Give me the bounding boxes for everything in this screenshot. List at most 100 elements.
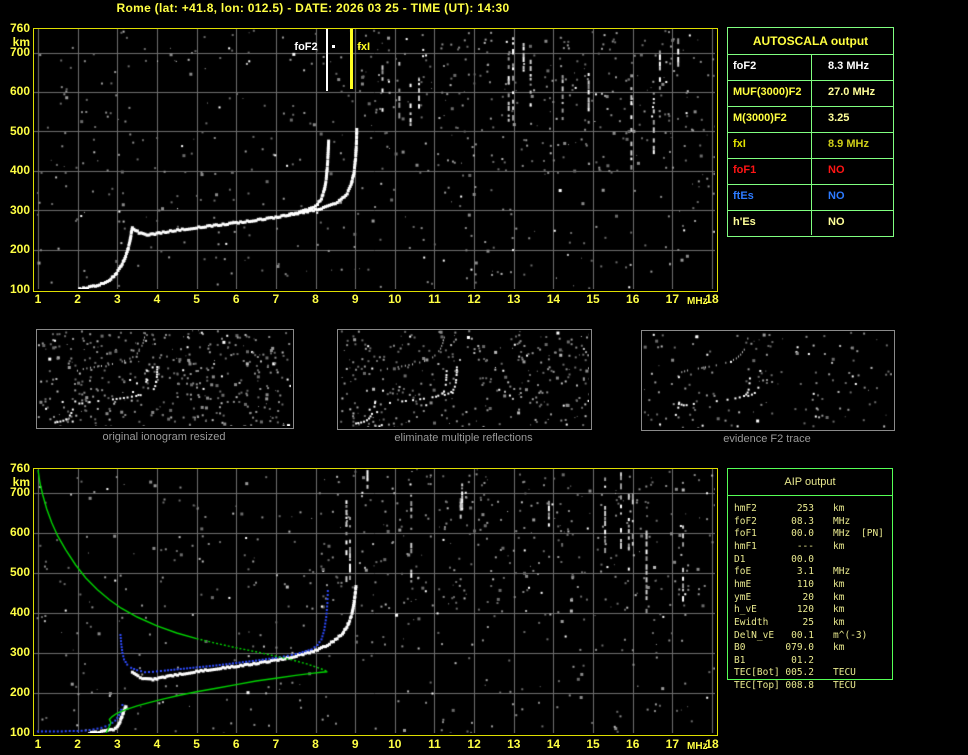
aip-cell: 253	[796, 503, 814, 514]
bottom-y-tick-label: 600	[9, 525, 30, 539]
top-x-tick-label: 12	[467, 292, 481, 306]
top-y-axis-unit-label: km	[12, 35, 30, 49]
top-x-tick-label: 6	[232, 292, 240, 306]
autoscala-row-fof1: foF1 NO	[728, 158, 893, 185]
top-ionogram-canvas	[34, 29, 715, 289]
top-y-tick-label: 760	[9, 21, 30, 35]
fxi-marker-line	[350, 29, 354, 89]
aip-cell: 3.1	[796, 566, 814, 578]
top-y-tick-label: 300	[9, 202, 30, 217]
aip-cell: km	[833, 616, 845, 628]
aip-row-hme: hmE 110 km	[728, 579, 898, 592]
bottom-x-tick-label: 11	[428, 737, 441, 751]
bottom-x-tick-label: 14	[546, 737, 561, 751]
aip-cell: 005.2	[785, 667, 814, 679]
autoscala-row-fof2: foF2 8.3 MHz	[728, 54, 893, 81]
fof2-marker-label: foF2	[294, 41, 318, 53]
autoscala-app-window: Rome (lat: +41.8, lon: 012.5) - DATE: 20…	[0, 0, 968, 755]
aip-cell: TECU	[833, 680, 856, 692]
top-x-tick-label: 14	[546, 292, 561, 306]
autoscala-row-fxi: fxI 8.9 MHz	[728, 132, 893, 159]
aip-cell: 008.8	[785, 680, 814, 692]
autoscala-row-value: 27.0 MHz	[828, 86, 876, 98]
bottom-y-tick-label: 760	[9, 461, 30, 475]
bottom-x-tick-label: 16	[626, 737, 640, 751]
aip-row-tecbot: TEC[Bot] 005.2 TECU	[728, 667, 898, 680]
top-ionogram-plot: foF2 fxI	[33, 28, 718, 292]
thumbnail-eliminate-reflections	[337, 329, 592, 430]
bottom-x-tick-label: 1	[34, 737, 42, 751]
top-x-tick-label: 1	[34, 292, 42, 306]
aip-cell: ymE	[734, 591, 752, 603]
aip-cell: 079.0	[785, 642, 814, 654]
fxi-marker-label: fxI	[357, 41, 371, 53]
top-x-tick-label: 11	[428, 292, 441, 306]
aip-row-foe: foE 3.1 MHz	[728, 566, 898, 579]
aip-cell: MHz	[833, 515, 851, 527]
top-x-tick-label: 7	[272, 292, 280, 306]
autoscala-row-value: NO	[828, 164, 845, 176]
bottom-y-tick-label: 300	[9, 645, 30, 659]
autoscala-row-value: NO	[828, 216, 845, 228]
station-date-time-title: Rome (lat: +41.8, lon: 012.5) - DATE: 20…	[116, 1, 510, 15]
bottom-x-tick-label: 2	[74, 737, 81, 751]
aip-cell: 25	[802, 616, 814, 628]
thumbnail-evidence-f2	[641, 330, 895, 431]
aip-row-b1: B1 01.2	[728, 655, 898, 668]
top-x-tick-label: 5	[193, 292, 200, 306]
autoscala-row-label: foF1	[733, 164, 757, 176]
aip-cell: 00.1	[791, 629, 814, 641]
bottom-x-tick-label: 18	[705, 737, 719, 751]
bottom-profile-plot	[33, 468, 718, 736]
bottom-y-tick-label: 100	[9, 725, 30, 739]
bottom-x-tick-label: 10	[388, 737, 402, 751]
top-x-tick-label: 4	[153, 292, 161, 306]
bottom-x-tick-label: 12	[467, 737, 481, 751]
aip-row-yme: ymE 20 km	[728, 592, 898, 605]
aip-cell: hmE	[734, 578, 752, 590]
thumbnail-evidence-canvas	[642, 331, 892, 428]
top-x-tick-label: 2	[74, 292, 81, 306]
aip-cell: km	[833, 540, 845, 552]
aip-cell: km	[833, 503, 845, 514]
top-y-tick-label: 500	[9, 123, 30, 138]
fof2-marker-dot	[332, 45, 336, 48]
thumbnail-caption-original: original ionogram resized	[102, 431, 226, 443]
autoscala-row-value: 8.3 MHz	[828, 60, 869, 72]
aip-cell: 01.2	[791, 654, 814, 666]
top-x-tick-label: 10	[388, 292, 402, 306]
top-y-tick-label: 600	[9, 84, 30, 99]
top-x-tick-label: 3	[113, 292, 121, 306]
autoscala-row-label: fxI	[733, 138, 746, 150]
aip-cell: foE	[734, 566, 752, 578]
autoscala-row-label: h'Es	[733, 216, 756, 228]
autoscala-row-ftes: ftEs NO	[728, 184, 893, 211]
thumbnail-caption-eliminate: eliminate multiple reflections	[394, 432, 533, 444]
autoscala-row-label: M(3000)F2	[733, 112, 787, 124]
autoscala-row-label: foF2	[733, 60, 757, 72]
top-x-tick-label: 15	[586, 292, 600, 306]
aip-cell: 120	[796, 604, 814, 616]
aip-cell: B0	[734, 642, 746, 654]
top-y-tick-label: 100	[9, 282, 30, 297]
bottom-x-tick-label: 7	[272, 737, 280, 751]
top-x-tick-label: 16	[626, 292, 640, 306]
autoscala-row-value: NO	[828, 190, 845, 202]
aip-cell: 00.0	[791, 553, 814, 565]
aip-cell: 08.3	[791, 515, 814, 527]
aip-row-b0: B0 079.0 km	[728, 642, 898, 655]
bottom-x-tick-label: 3	[113, 737, 121, 751]
autoscala-row-muf3000f2: MUF(3000)F2 27.0 MHz	[728, 80, 893, 107]
aip-cell: 20	[802, 591, 814, 603]
autoscala-panel-title: AUTOSCALA output	[728, 28, 893, 55]
thumbnail-original-canvas	[37, 330, 291, 426]
aip-row-hve: h_vE 120 km	[728, 604, 898, 617]
aip-row-d1: D1 00.0	[728, 554, 898, 567]
bottom-y-tick-label: 400	[9, 605, 30, 619]
bottom-x-tick-label: 17	[665, 737, 680, 751]
bottom-x-tick-label: 5	[193, 737, 200, 751]
autoscala-row-value: 8.9 MHz	[828, 138, 869, 150]
aip-cell: ---	[796, 540, 814, 552]
bottom-x-tick-label: 4	[153, 737, 161, 751]
aip-cell: km	[833, 591, 845, 603]
